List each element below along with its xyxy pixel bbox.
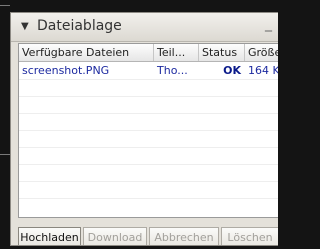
column-header-available-files[interactable]: Verfügbare Dateien xyxy=(19,44,154,61)
table-grid-line xyxy=(19,130,278,131)
background-divider xyxy=(0,154,10,155)
file-status: OK xyxy=(223,64,241,77)
table-grid-line xyxy=(19,96,278,97)
cancel-button[interactable]: Abbrechen xyxy=(149,227,219,245)
column-header-status[interactable]: Status xyxy=(199,44,245,61)
column-header-size[interactable]: Größe xyxy=(245,44,278,61)
triangle-down-icon[interactable]: ▼ xyxy=(21,21,29,32)
table-grid-line xyxy=(19,79,278,80)
file-table: Verfügbare Dateien Teil... Status Größe … xyxy=(18,43,278,218)
file-name: screenshot.PNG xyxy=(22,64,110,77)
file-size: 164 KB xyxy=(248,64,278,77)
panel-titlebar[interactable]: ▼ Dateiablage _ xyxy=(11,13,278,42)
table-grid-line xyxy=(19,181,278,182)
file-storage-panel: ▼ Dateiablage _ Verfügbare Dateien Teil.… xyxy=(10,12,278,246)
table-grid-line xyxy=(19,198,278,199)
table-row[interactable]: screenshot.PNG Tho... OK 164 KB xyxy=(19,62,278,79)
table-grid-line xyxy=(19,164,278,165)
background-divider xyxy=(0,5,10,6)
panel-title: Dateiablage xyxy=(37,18,122,34)
table-grid-line xyxy=(19,113,278,114)
delete-button[interactable]: Löschen xyxy=(221,227,278,245)
file-part: Tho... xyxy=(157,64,188,77)
download-button[interactable]: Download xyxy=(83,227,147,245)
column-header-part[interactable]: Teil... xyxy=(154,44,199,61)
upload-button[interactable]: Hochladen xyxy=(18,227,81,245)
table-grid-line xyxy=(19,147,278,148)
minimize-icon[interactable]: _ xyxy=(265,16,272,32)
table-header: Verfügbare Dateien Teil... Status Größe xyxy=(19,44,278,62)
